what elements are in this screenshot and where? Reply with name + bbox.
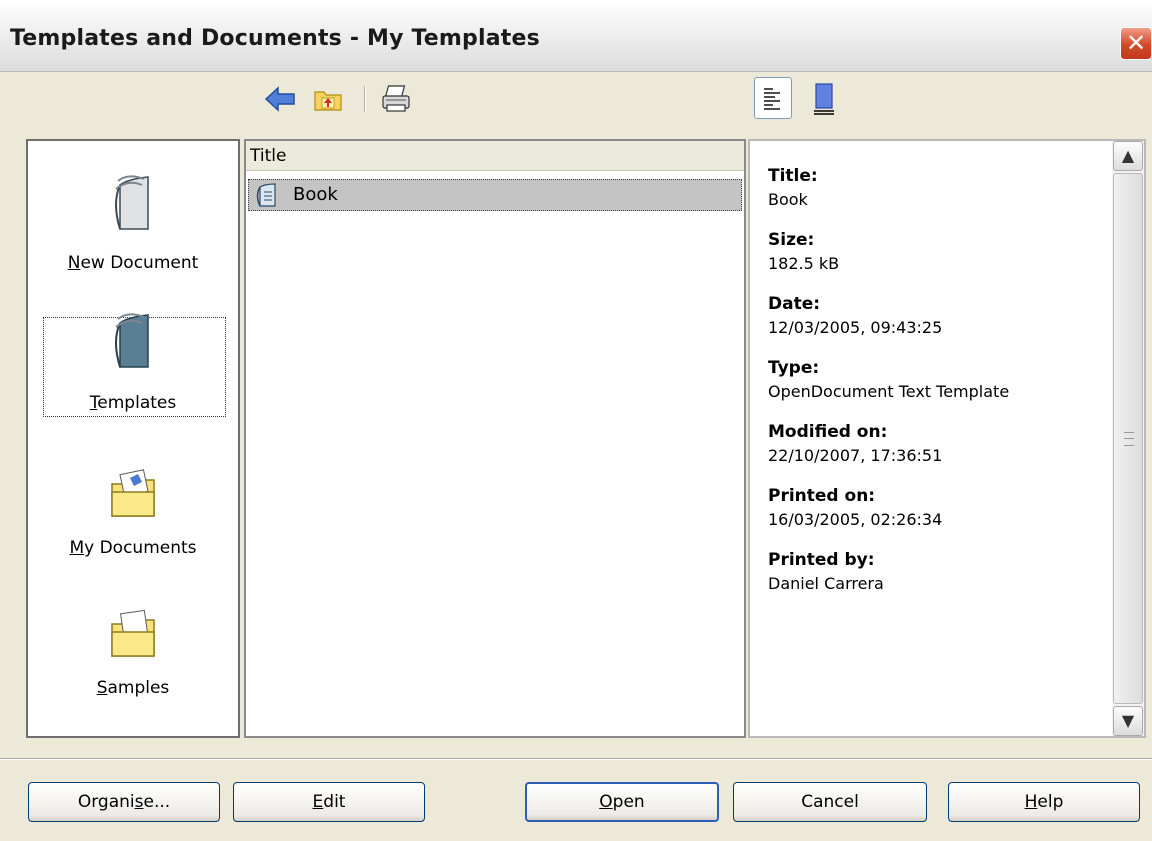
file-list-panel: Title Book (244, 139, 746, 738)
button-label-rest: dit (323, 792, 346, 812)
help-button[interactable]: Help (948, 782, 1140, 822)
title-bar: Templates and Documents - My Templates ✕ (0, 0, 1152, 72)
list-item-label: Book (293, 184, 338, 205)
edit-button[interactable]: Edit (233, 782, 425, 822)
info-label: Type: (768, 358, 820, 378)
chevron-down-icon: ▼ (1121, 711, 1135, 730)
info-label: Title: (768, 166, 818, 186)
scroll-down-button[interactable]: ▼ (1113, 706, 1143, 736)
divider (0, 758, 1152, 760)
nav-item-label: New Document (67, 253, 199, 273)
template-file-icon (256, 183, 276, 207)
info-printed-by: Printed by: Daniel Carrera (768, 547, 1098, 595)
nav-item-new-document[interactable]: New Document (28, 161, 238, 291)
info-label: Modified on: (768, 422, 888, 442)
nav-item-templates[interactable]: Templates (28, 301, 238, 436)
close-button[interactable]: ✕ (1120, 27, 1152, 60)
scroll-up-button[interactable]: ▲ (1113, 141, 1143, 171)
info-value: 182.5 kB (768, 254, 840, 273)
templates-icon (115, 313, 149, 368)
info-value: 22/10/2007, 17:36:51 (768, 446, 943, 465)
info-type: Type: OpenDocument Text Template (768, 355, 1098, 403)
chevron-up-icon: ▲ (1121, 146, 1135, 165)
document-properties-icon[interactable] (754, 77, 792, 119)
info-value: OpenDocument Text Template (768, 382, 1010, 401)
vertical-scrollbar[interactable]: ▲ ▼ (1112, 141, 1144, 736)
button-accel: E (312, 792, 324, 812)
info-label: Printed by: (768, 550, 875, 570)
button-label: Cancel (801, 792, 859, 812)
up-one-level-icon[interactable] (313, 86, 343, 112)
info-printed-on: Printed on: 16/03/2005, 02:26:34 (768, 483, 1098, 531)
scroll-thumb[interactable] (1113, 173, 1143, 704)
info-value: 16/03/2005, 02:26:34 (768, 510, 943, 529)
info-label: Printed on: (768, 486, 876, 506)
info-value: Book (768, 190, 808, 209)
samples-folder-icon (111, 609, 155, 657)
info-date: Date: 12/03/2005, 09:43:25 (768, 291, 1098, 339)
window-title: Templates and Documents - My Templates (10, 26, 540, 51)
info-label: Size: (768, 230, 815, 250)
info-value: Daniel Carrera (768, 574, 884, 593)
nav-item-label: My Documents (69, 538, 197, 558)
column-header-title[interactable]: Title (246, 141, 744, 171)
open-button[interactable]: Open (525, 782, 719, 822)
info-size: Size: 182.5 kB (768, 227, 1098, 275)
category-panel: New Document Templates My Documents Samp… (26, 139, 240, 738)
grip-icon (1124, 432, 1134, 446)
info-value: 12/03/2005, 09:43:25 (768, 318, 943, 337)
button-accel: O (599, 792, 613, 812)
info-label: Date: (768, 294, 821, 314)
button-label-rest: e... (143, 792, 171, 812)
nav-item-label: Samples (96, 678, 170, 698)
new-document-icon (115, 175, 149, 230)
my-documents-folder-icon (111, 469, 155, 517)
nav-item-samples[interactable]: Samples (28, 586, 238, 716)
button-accel: H (1024, 792, 1038, 812)
close-icon: ✕ (1125, 29, 1147, 57)
nav-item-my-documents[interactable]: My Documents (28, 446, 238, 576)
print-icon[interactable] (380, 84, 412, 114)
document-info-panel: Title: Book Size: 182.5 kB Date: 12/03/2… (748, 139, 1146, 738)
document-properties: Title: Book Size: 182.5 kB Date: 12/03/2… (768, 163, 1098, 611)
organise-button[interactable]: Organise... (28, 782, 220, 822)
info-title: Title: Book (768, 163, 1098, 211)
nav-item-label: Templates (89, 393, 177, 413)
toolbar-separator (364, 86, 366, 112)
button-label: Organi (77, 792, 135, 812)
document-properties-glyph (764, 88, 780, 110)
button-label-rest: elp (1037, 792, 1064, 812)
cancel-button[interactable]: Cancel (733, 782, 927, 822)
info-modified-on: Modified on: 22/10/2007, 17:36:51 (768, 419, 1098, 467)
list-item[interactable]: Book (248, 179, 742, 211)
button-label-rest: pen (612, 792, 645, 812)
back-icon[interactable] (264, 86, 296, 112)
preview-icon[interactable] (812, 82, 838, 116)
